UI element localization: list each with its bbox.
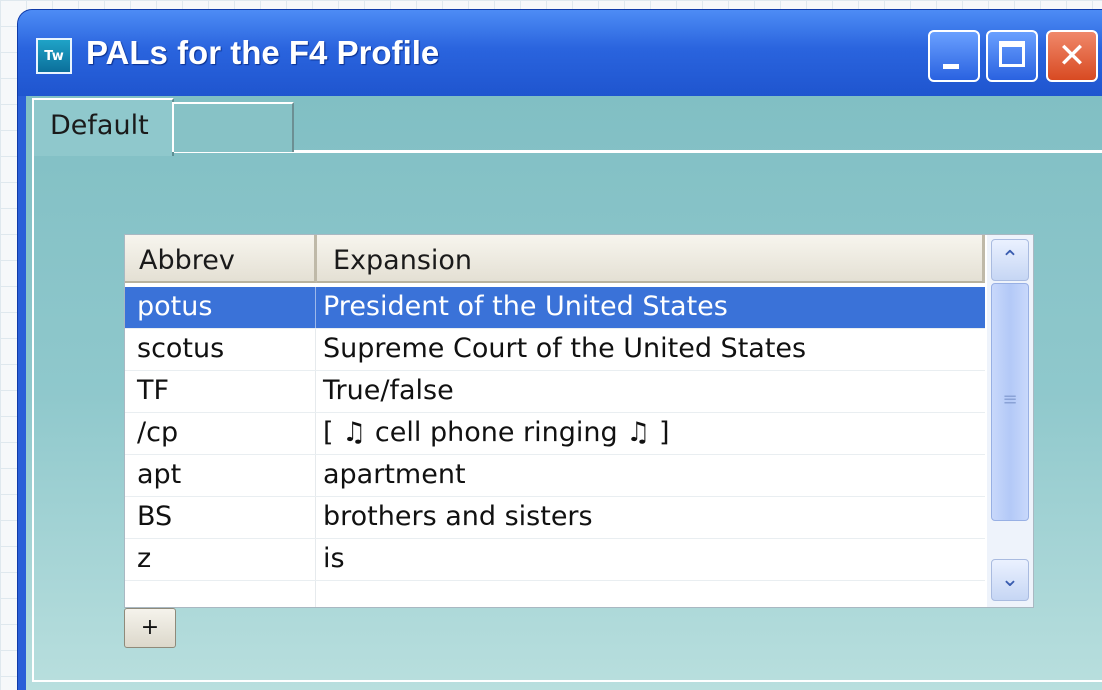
expansion-cell: President of the United States (323, 291, 728, 322)
expansion-cell: [ ♫ cell phone ringing ♫ ] (323, 417, 670, 448)
column-header-abbrev[interactable]: Abbrev (125, 235, 317, 283)
window-title: PALs for the F4 Profile (86, 34, 440, 71)
chevron-down-icon: ⌄ (1000, 567, 1020, 592)
table-row[interactable]: scotus Supreme Court of the United State… (125, 329, 985, 371)
scroll-down-button[interactable]: ⌄ (991, 559, 1029, 601)
abbrev-cell: apt (137, 459, 182, 490)
pals-window: Tw PALs for the F4 Profile ✕ Default Abb… (18, 10, 1102, 690)
expansion-cell: brothers and sisters (323, 501, 593, 532)
expansion-cell: apartment (323, 459, 466, 490)
expansion-cell: True/false (323, 375, 454, 406)
add-pal-button[interactable]: + (124, 608, 176, 648)
chevron-up-icon: ⌃ (1000, 247, 1020, 272)
table-row[interactable]: apt apartment (125, 455, 985, 497)
tab-default[interactable]: Default (32, 98, 174, 156)
column-divider (315, 287, 316, 328)
close-icon: ✕ (1057, 36, 1087, 76)
abbrev-cell: z (137, 543, 152, 574)
column-divider (315, 455, 316, 496)
scroll-up-button[interactable]: ⌃ (991, 239, 1029, 281)
abbrev-cell: potus (137, 291, 213, 322)
abbrev-cell: TF (137, 375, 170, 406)
scroll-thumb[interactable]: ≡ (991, 283, 1029, 521)
grip-icon: ≡ (1002, 389, 1018, 410)
table-row[interactable]: z is (125, 539, 985, 581)
abbrev-cell: scotus (137, 333, 225, 364)
table-row[interactable]: /cp [ ♫ cell phone ringing ♫ ] (125, 413, 985, 455)
app-icon: Tw (36, 38, 72, 74)
column-divider (315, 497, 316, 538)
expansion-cell: Supreme Court of the United States (323, 333, 807, 364)
expansion-cell: is (323, 543, 345, 574)
vertical-scrollbar[interactable]: ⌃ ≡ ⌄ (987, 235, 1033, 607)
maximize-button[interactable] (986, 30, 1038, 82)
tab-unnamed[interactable] (172, 102, 294, 152)
pal-list: Abbrev Expansion potus President of the … (124, 234, 1034, 608)
abbrev-cell: BS (137, 501, 173, 532)
table-row[interactable]: TF True/false (125, 371, 985, 413)
column-header-expansion[interactable]: Expansion (317, 235, 985, 283)
column-divider (315, 329, 316, 370)
close-button[interactable]: ✕ (1046, 30, 1098, 82)
table-row[interactable]: BS brothers and sisters (125, 497, 985, 539)
table-row-partial[interactable] (125, 581, 985, 607)
abbrev-cell: /cp (137, 417, 179, 448)
column-divider (315, 539, 316, 580)
column-divider (315, 581, 316, 607)
pal-rows: potus President of the United States sco… (125, 287, 985, 607)
column-divider (315, 371, 316, 412)
column-divider (315, 413, 316, 454)
tab-strip-line (171, 150, 1102, 153)
title-bar[interactable]: Tw PALs for the F4 Profile ✕ (18, 10, 1102, 96)
window-client-area: Default Abbrev Expansion potus President… (26, 96, 1102, 690)
table-row[interactable]: potus President of the United States (125, 287, 985, 329)
minimize-button[interactable] (928, 30, 980, 82)
